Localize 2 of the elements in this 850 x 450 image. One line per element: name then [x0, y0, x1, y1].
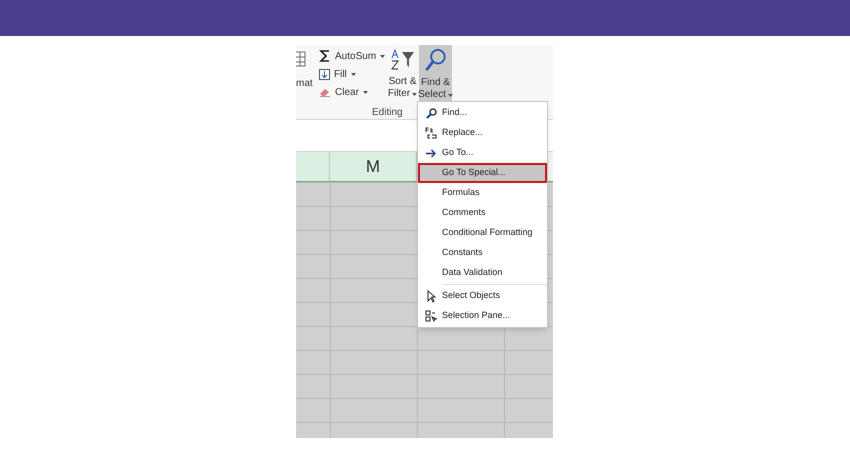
group-label: Editing — [372, 106, 403, 120]
ribbon-label: mat — [296, 77, 313, 91]
